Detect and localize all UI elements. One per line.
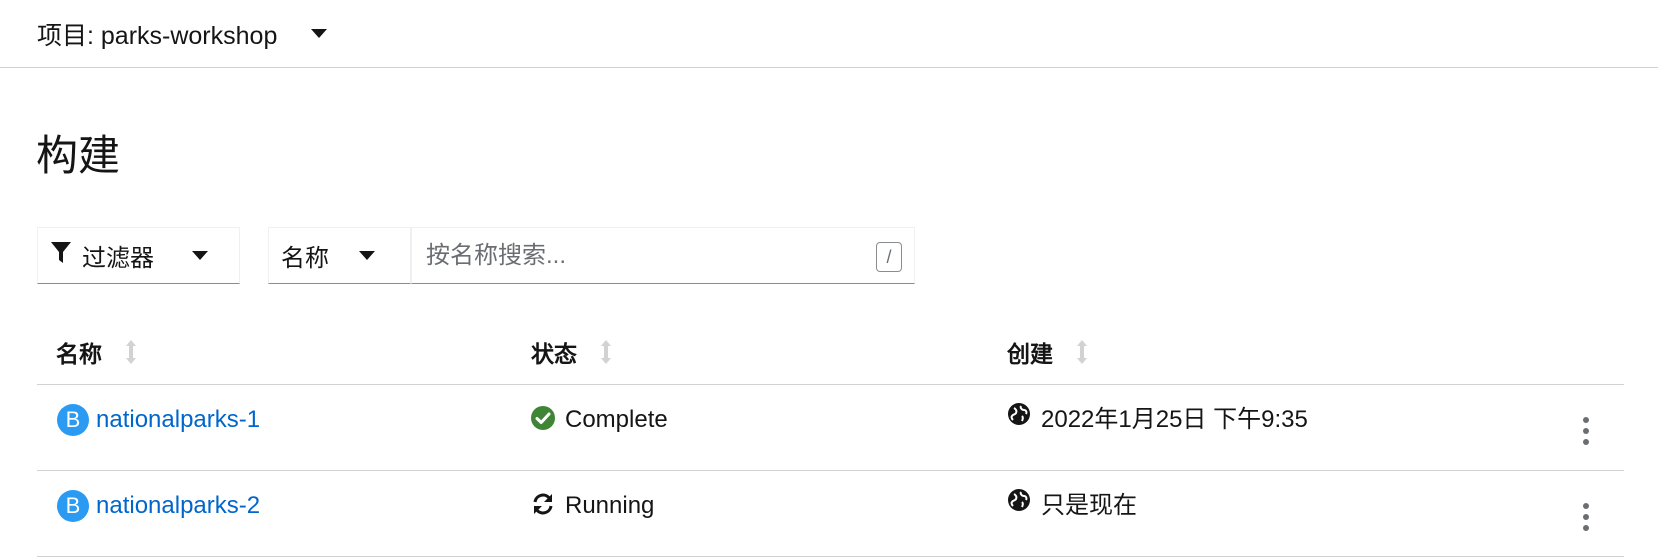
column-header-created[interactable]: 创建 <box>1007 335 1089 369</box>
globe-icon <box>1007 402 1031 431</box>
table-row: B nationalparks-2 Running 只是现在 <box>37 471 1624 557</box>
name-cell: B nationalparks-2 <box>57 489 260 523</box>
caret-down-icon <box>359 251 375 260</box>
builds-table: 名称 状态 创建 B nationalparks-1 Complete 2022… <box>37 320 1624 557</box>
status-text: Running <box>565 492 655 519</box>
toolbar: 过滤器 名称 / <box>37 227 915 284</box>
created-text: 2022年1月25日 下午9:35 <box>1041 405 1308 433</box>
sync-icon <box>531 492 555 521</box>
page-title: 构建 <box>36 132 121 179</box>
created-text: 只是现在 <box>1041 491 1137 519</box>
project-selector[interactable]: 项目: parks-workshop <box>37 16 328 52</box>
keyboard-shortcut-hint: / <box>876 242 902 272</box>
caret-down-icon <box>192 251 208 260</box>
row-actions-kebab-icon[interactable] <box>1576 413 1596 449</box>
attribute-select[interactable]: 名称 <box>268 227 411 284</box>
search-group: 名称 / <box>268 227 915 284</box>
row-actions-kebab-icon[interactable] <box>1576 499 1596 535</box>
name-cell: B nationalparks-1 <box>57 403 260 437</box>
sort-icon <box>599 338 613 366</box>
project-bar: 项目: parks-workshop <box>0 0 1658 68</box>
build-link[interactable]: nationalparks-2 <box>96 492 260 520</box>
search-input[interactable] <box>412 228 914 283</box>
filter-icon <box>50 241 72 270</box>
search-field-wrap: / <box>411 227 915 284</box>
status-text: Complete <box>565 406 668 433</box>
sort-icon <box>1075 338 1089 366</box>
column-header-label: 创建 <box>1007 341 1053 367</box>
filter-label: 过滤器 <box>82 245 154 272</box>
column-header-status[interactable]: 状态 <box>531 335 613 369</box>
status-cell: Complete <box>531 403 668 437</box>
column-header-label: 名称 <box>56 341 102 367</box>
created-cell: 只是现在 <box>1007 485 1137 519</box>
build-badge-icon: B <box>57 404 89 436</box>
table-row: B nationalparks-1 Complete 2022年1月25日 下午… <box>37 385 1624 471</box>
caret-down-icon <box>311 29 328 38</box>
check-circle-icon <box>531 405 555 435</box>
column-header-name[interactable]: 名称 <box>56 335 138 369</box>
sort-icon <box>124 338 138 366</box>
column-header-label: 状态 <box>531 341 577 367</box>
status-cell: Running <box>531 489 654 523</box>
globe-icon <box>1007 488 1031 517</box>
created-cell: 2022年1月25日 下午9:35 <box>1007 399 1308 433</box>
build-badge-icon: B <box>57 490 89 522</box>
project-selector-label: 项目: parks-workshop <box>37 21 278 50</box>
filter-dropdown[interactable]: 过滤器 <box>37 227 240 284</box>
table-header: 名称 状态 创建 <box>37 320 1624 385</box>
build-link[interactable]: nationalparks-1 <box>96 406 260 434</box>
attribute-select-label: 名称 <box>281 245 329 272</box>
